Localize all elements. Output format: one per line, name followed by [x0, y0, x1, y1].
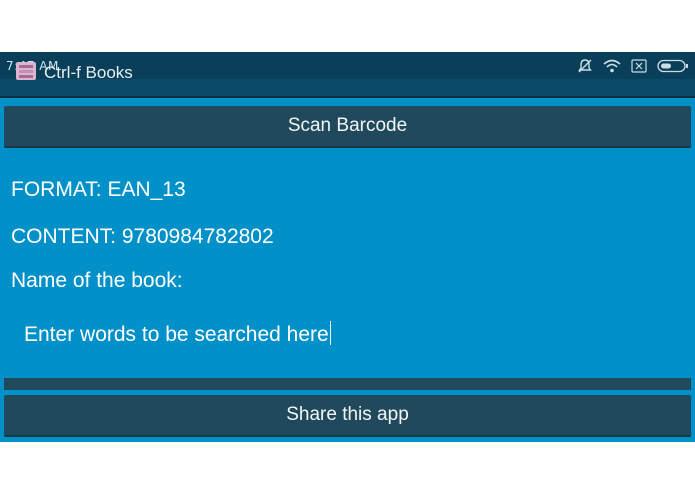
bottom-divider-strip	[4, 378, 691, 390]
app-bar-divider	[0, 96, 695, 98]
no-sim-icon	[631, 59, 647, 73]
search-words-input-text: Enter words to be searched here	[24, 323, 329, 346]
share-app-button[interactable]: Share this app	[4, 395, 691, 437]
barcode-format-label: FORMAT: EAN_13	[11, 178, 186, 201]
text-caret	[329, 321, 331, 345]
status-icons	[577, 56, 689, 76]
barcode-content-label: CONTENT: 9780984782802	[11, 225, 274, 248]
book-name-label: Name of the book:	[11, 269, 183, 292]
notification-muted-icon	[577, 58, 593, 74]
search-words-input[interactable]: Enter words to be searched here	[12, 318, 352, 350]
battery-icon	[657, 59, 689, 73]
app-title: Ctrl-f Books	[44, 63, 133, 82]
scan-barcode-button[interactable]: Scan Barcode	[4, 106, 691, 148]
wifi-icon	[603, 59, 621, 73]
app-book-icon	[15, 61, 37, 81]
